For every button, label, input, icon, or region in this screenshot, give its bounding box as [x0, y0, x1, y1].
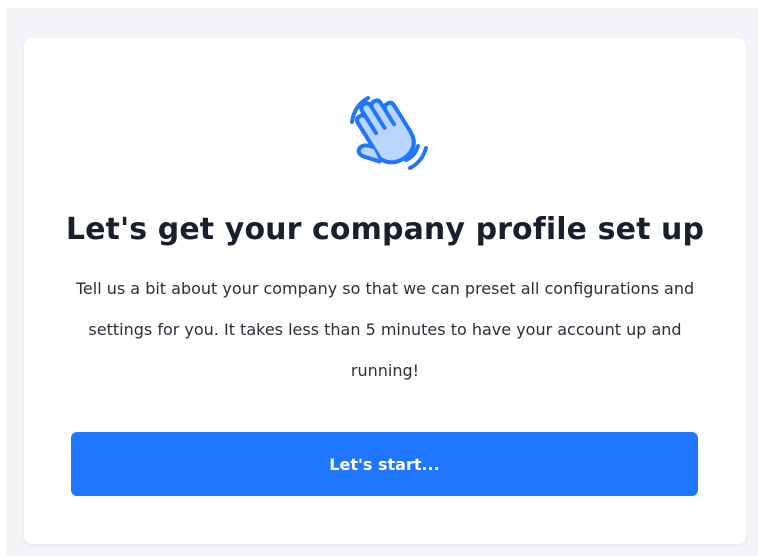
- intro-description: Tell us a bit about your company so that…: [75, 279, 695, 380]
- left-edge: [0, 0, 6, 556]
- start-button[interactable]: Let's start...: [71, 432, 698, 496]
- page-title: Let's get your company profile set up: [65, 212, 705, 247]
- waving-hand-icon: [342, 88, 428, 174]
- top-edge: [0, 0, 758, 8]
- onboarding-card: Let's get your company profile set up Te…: [24, 38, 746, 544]
- page: Let's get your company profile set up Te…: [0, 0, 758, 556]
